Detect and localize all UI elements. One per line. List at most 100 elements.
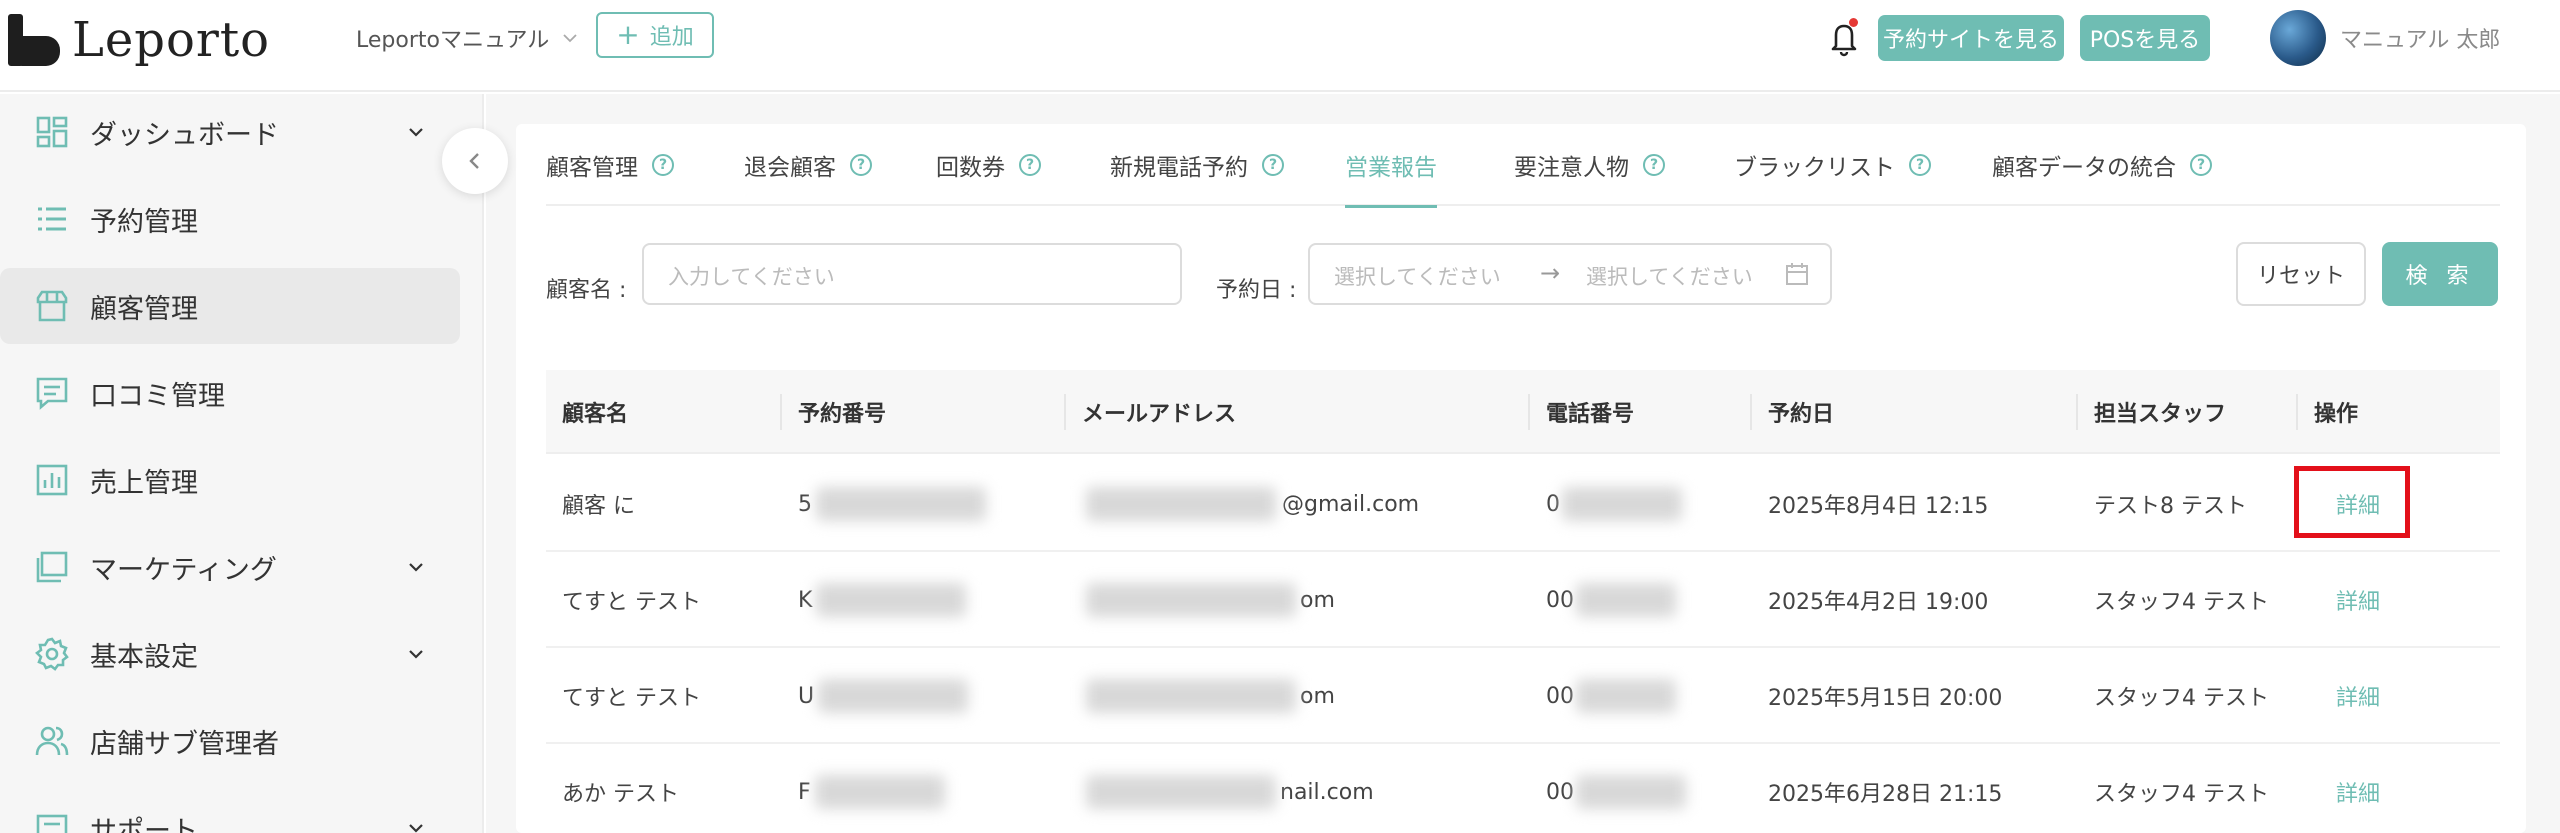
chevron-down-icon bbox=[409, 128, 423, 137]
column-header: 予約番号 bbox=[798, 402, 887, 427]
tab-new-phone-reservation[interactable]: 新規電話予約? bbox=[1110, 124, 1284, 206]
sidebar-item-dashboard[interactable]: ダッシュボード bbox=[0, 94, 460, 170]
pos-button[interactable]: POSを見る bbox=[2080, 15, 2210, 61]
cell-customer-name: てすと テスト bbox=[562, 590, 701, 615]
sidebar-item-sub-admins[interactable]: 店舗サブ管理者 bbox=[0, 703, 460, 779]
user-name[interactable]: マニュアル 太郎 bbox=[2340, 22, 2500, 54]
chevron-down-icon bbox=[409, 563, 423, 572]
comment-icon bbox=[36, 377, 68, 410]
redacted-blur bbox=[1562, 487, 1682, 521]
chart-icon bbox=[36, 464, 68, 496]
help-icon[interactable]: ? bbox=[1019, 154, 1041, 176]
search-button[interactable]: 検 索 bbox=[2382, 242, 2498, 306]
sidebar-item-label: ダッシュボード bbox=[90, 119, 279, 151]
cell-email: @gmail.com bbox=[1086, 456, 1419, 552]
sidebar-item-reservations[interactable]: 予約管理 bbox=[0, 181, 460, 257]
redacted-blur bbox=[1576, 679, 1676, 713]
sidebar-item-label: 予約管理 bbox=[90, 206, 198, 238]
sidebar-item-label: 顧客管理 bbox=[90, 293, 198, 325]
help-icon[interactable]: ? bbox=[652, 154, 674, 176]
pos-label: POSを見る bbox=[2089, 28, 2201, 53]
content-panel: 顧客管理? 退会顧客? 回数券? 新規電話予約? 営業報告 要注意人物? ブラッ… bbox=[516, 124, 2526, 833]
tab-label: ブラックリスト bbox=[1734, 155, 1895, 181]
cell-reservation-number: U bbox=[798, 648, 969, 744]
tab-sales-report[interactable]: 営業報告 bbox=[1345, 124, 1437, 208]
table-row: あか テスト F nail.com 00 2025年6月28日 21:15 スタ… bbox=[546, 744, 2500, 833]
logo-mark-icon bbox=[8, 14, 60, 66]
date-range-picker[interactable]: 選択してください → 選択してください bbox=[1308, 243, 1832, 305]
date-range-arrow: → bbox=[1540, 259, 1561, 287]
store-selector[interactable]: Leportoマニュアル bbox=[356, 22, 579, 54]
sidebar-item-label: 売上管理 bbox=[90, 467, 198, 499]
add-button-label: 追加 bbox=[649, 25, 694, 50]
reservation-number-prefix: U bbox=[798, 683, 815, 709]
sidebar-item-marketing[interactable]: マーケティング bbox=[0, 529, 460, 605]
reservation-number-prefix: K bbox=[798, 587, 813, 613]
detail-link[interactable]: 詳細 bbox=[2336, 744, 2380, 833]
tab-customers[interactable]: 顧客管理? bbox=[546, 124, 674, 206]
tab-label: 新規電話予約 bbox=[1110, 155, 1248, 181]
help-icon[interactable]: ? bbox=[2190, 154, 2212, 176]
window-icon bbox=[36, 551, 68, 583]
redacted-blur bbox=[816, 583, 967, 617]
sidebar-item-reviews[interactable]: 口コミ管理 bbox=[0, 355, 460, 431]
help-icon[interactable]: ? bbox=[1643, 154, 1665, 176]
redacted-blur bbox=[1576, 583, 1676, 617]
gear-icon bbox=[35, 637, 69, 671]
sidebar-item-settings[interactable]: 基本設定 bbox=[0, 616, 460, 692]
help-icon[interactable]: ? bbox=[1262, 154, 1284, 176]
customer-name-label: 顧客名 : bbox=[546, 278, 627, 303]
column-header: 予約日 bbox=[1768, 402, 1835, 427]
column-header: 担当スタッフ bbox=[2094, 402, 2227, 427]
redacted-blur bbox=[1086, 583, 1296, 617]
store-icon bbox=[36, 290, 68, 322]
cell-reservation-number: 5 bbox=[798, 456, 986, 552]
tab-merge-customer-data[interactable]: 顧客データの統合? bbox=[1992, 124, 2212, 206]
tab-label: 回数券 bbox=[936, 155, 1005, 181]
reservation-number-prefix: 5 bbox=[798, 491, 812, 517]
sidebar-item-sales[interactable]: 売上管理 bbox=[0, 442, 460, 518]
customer-name-input[interactable]: 入力してください bbox=[642, 243, 1182, 305]
redacted-blur bbox=[1576, 775, 1686, 809]
cell-reservation-number: K bbox=[798, 552, 967, 648]
help-icon[interactable]: ? bbox=[850, 154, 872, 176]
reserve-site-label: 予約サイトを見る bbox=[1882, 28, 2059, 53]
sidebar-item-label: サポート bbox=[90, 815, 198, 833]
notification-bell-icon[interactable] bbox=[1826, 18, 1862, 58]
cell-staff: スタッフ4 テスト bbox=[2094, 590, 2269, 615]
sidebar-item-label: 口コミ管理 bbox=[90, 380, 225, 412]
dashboard-icon bbox=[36, 116, 68, 148]
chevron-down-icon bbox=[409, 650, 423, 659]
detail-link[interactable]: 詳細 bbox=[2336, 648, 2380, 744]
tab-blacklist[interactable]: ブラックリスト? bbox=[1734, 124, 1931, 206]
tab-withdrawn-customers[interactable]: 退会顧客? bbox=[744, 124, 872, 206]
date-start-input[interactable]: 選択してください bbox=[1334, 261, 1501, 291]
logo-text: Leporto bbox=[72, 12, 271, 68]
email-suffix: nail.com bbox=[1280, 779, 1374, 805]
phone-prefix: 00 bbox=[1546, 683, 1574, 709]
cell-customer-name: あか テスト bbox=[562, 782, 679, 807]
cell-reservation-date: 2025年4月2日 19:00 bbox=[1768, 590, 1989, 615]
logo[interactable]: Leporto bbox=[8, 10, 270, 70]
detail-link[interactable]: 詳細 bbox=[2336, 552, 2380, 648]
tab-coupon-tickets[interactable]: 回数券? bbox=[936, 124, 1041, 206]
tab-label: 営業報告 bbox=[1345, 155, 1437, 181]
column-header: 電話番号 bbox=[1546, 402, 1635, 427]
cell-email: nail.com bbox=[1086, 744, 1374, 833]
date-end-input[interactable]: 選択してください bbox=[1586, 261, 1753, 291]
redacted-blur bbox=[818, 679, 969, 713]
cell-email: om bbox=[1086, 552, 1335, 648]
help-icon[interactable]: ? bbox=[1909, 154, 1931, 176]
phone-prefix: 00 bbox=[1546, 779, 1574, 805]
collapse-sidebar-button[interactable] bbox=[442, 128, 508, 194]
reserve-site-button[interactable]: 予約サイトを見る bbox=[1878, 15, 2064, 61]
sidebar-item-customers[interactable]: 顧客管理 bbox=[0, 268, 460, 344]
tab-label: 顧客データの統合 bbox=[1992, 155, 2176, 181]
store-name: Leportoマニュアル bbox=[356, 28, 550, 53]
reset-button[interactable]: リセット bbox=[2236, 242, 2366, 306]
avatar[interactable] bbox=[2270, 10, 2326, 66]
add-button[interactable]: + 追加 bbox=[596, 12, 714, 58]
sidebar-item-support[interactable]: サポート bbox=[0, 790, 460, 833]
table-row: てすと テスト K om 00 2025年4月2日 19:00 スタッフ4 テス… bbox=[546, 552, 2500, 648]
tab-watchlist[interactable]: 要注意人物? bbox=[1514, 124, 1665, 206]
